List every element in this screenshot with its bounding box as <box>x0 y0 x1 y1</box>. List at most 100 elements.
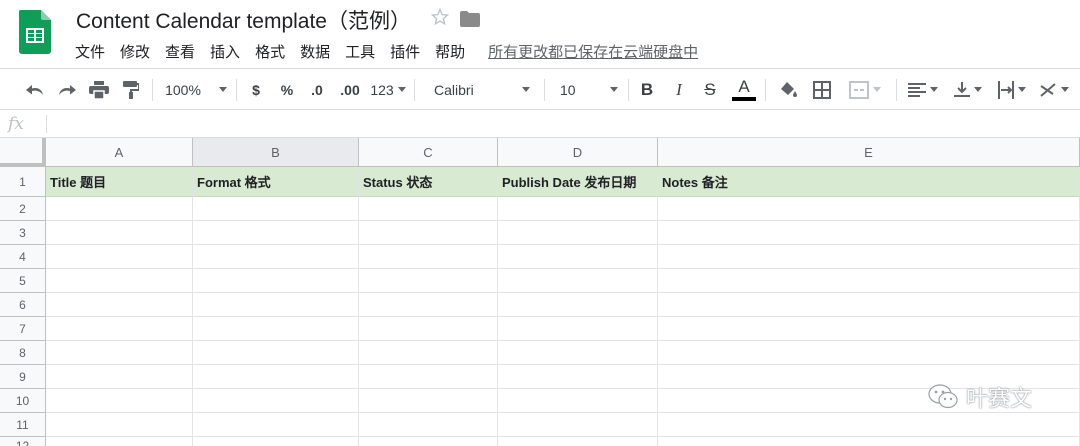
horizontal-align-button[interactable] <box>904 69 942 110</box>
strikethrough-button[interactable]: S <box>699 69 721 110</box>
cell[interactable] <box>498 365 658 389</box>
cell[interactable] <box>498 221 658 245</box>
italic-button[interactable]: I <box>668 69 690 110</box>
font-family-select[interactable]: Calibri <box>424 69 538 110</box>
cell[interactable] <box>498 269 658 293</box>
text-rotation-button[interactable] <box>1036 69 1072 110</box>
cell[interactable] <box>193 293 359 317</box>
cell[interactable] <box>658 221 1080 245</box>
cell[interactable] <box>498 389 658 413</box>
cell[interactable] <box>658 341 1080 365</box>
cell[interactable] <box>193 389 359 413</box>
cell[interactable] <box>359 437 498 446</box>
column-header-d[interactable]: D <box>498 138 658 167</box>
cell[interactable] <box>193 317 359 341</box>
paint-format-button[interactable] <box>118 69 144 110</box>
increase-decimal-button[interactable]: .00 <box>337 69 363 110</box>
cell[interactable] <box>498 341 658 365</box>
text-color-button[interactable]: A <box>731 69 757 110</box>
decrease-decimal-button[interactable]: .0 <box>305 69 329 110</box>
more-formats-select[interactable]: 123 <box>368 69 408 110</box>
row-header-1[interactable]: 1 <box>0 167 46 197</box>
cell[interactable] <box>498 197 658 221</box>
menu-insert[interactable]: 插入 <box>210 41 240 62</box>
cell[interactable] <box>658 317 1080 341</box>
cell[interactable] <box>359 269 498 293</box>
row-header-2[interactable]: 2 <box>0 197 46 221</box>
column-header-e[interactable]: E <box>658 138 1080 167</box>
cell[interactable] <box>359 413 498 437</box>
select-all-corner[interactable] <box>0 138 46 167</box>
sheets-logo-icon[interactable] <box>19 10 51 54</box>
cell[interactable] <box>46 221 193 245</box>
cell[interactable] <box>46 197 193 221</box>
font-size-select[interactable]: 10 <box>552 69 622 110</box>
redo-button[interactable] <box>54 69 80 110</box>
cell[interactable] <box>359 293 498 317</box>
cell[interactable] <box>658 245 1080 269</box>
cell[interactable] <box>498 437 658 446</box>
folder-icon[interactable] <box>460 11 480 27</box>
cell[interactable] <box>498 317 658 341</box>
row-header-12[interactable]: 12 <box>0 437 46 446</box>
cell[interactable] <box>46 269 193 293</box>
cell[interactable] <box>193 341 359 365</box>
cell[interactable] <box>359 341 498 365</box>
row-header-11[interactable]: 11 <box>0 413 46 437</box>
cell[interactable] <box>193 245 359 269</box>
merge-cells-button[interactable] <box>842 69 888 110</box>
menu-tools[interactable]: 工具 <box>345 41 375 62</box>
cell[interactable] <box>46 437 193 446</box>
row-header-7[interactable]: 7 <box>0 317 46 341</box>
cell[interactable] <box>658 413 1080 437</box>
menu-view[interactable]: 查看 <box>165 41 195 62</box>
cell[interactable] <box>193 221 359 245</box>
cell[interactable] <box>359 221 498 245</box>
percent-format-button[interactable]: % <box>276 69 298 110</box>
cell[interactable] <box>46 293 193 317</box>
vertical-align-button[interactable] <box>950 69 986 110</box>
menu-data[interactable]: 数据 <box>300 41 330 62</box>
document-title[interactable]: Content Calendar template（范例） <box>76 5 411 35</box>
cell[interactable] <box>46 365 193 389</box>
text-wrap-button[interactable] <box>994 69 1030 110</box>
cell-d1[interactable]: Publish Date 发布日期 <box>498 167 658 197</box>
formula-input[interactable] <box>54 110 1080 137</box>
column-header-b[interactable]: B <box>193 138 359 167</box>
undo-button[interactable] <box>22 69 48 110</box>
row-header-5[interactable]: 5 <box>0 269 46 293</box>
fill-color-button[interactable] <box>776 69 802 110</box>
cell[interactable] <box>498 245 658 269</box>
cell-e1[interactable]: Notes 备注 <box>658 167 1080 197</box>
star-icon[interactable] <box>430 7 450 27</box>
column-header-c[interactable]: C <box>359 138 498 167</box>
cell[interactable] <box>359 389 498 413</box>
cell[interactable] <box>658 437 1080 446</box>
save-status-link[interactable]: 所有更改都已保存在云端硬盘中 <box>488 41 698 62</box>
currency-format-button[interactable]: $ <box>245 69 267 110</box>
row-header-9[interactable]: 9 <box>0 365 46 389</box>
borders-button[interactable] <box>809 69 835 110</box>
bold-button[interactable]: B <box>636 69 658 110</box>
cell[interactable] <box>193 197 359 221</box>
cell-b1[interactable]: Format 格式 <box>193 167 359 197</box>
row-header-10[interactable]: 10 <box>0 389 46 413</box>
cell[interactable] <box>46 341 193 365</box>
cell-c1[interactable]: Status 状态 <box>359 167 498 197</box>
menu-format[interactable]: 格式 <box>255 41 285 62</box>
row-header-3[interactable]: 3 <box>0 221 46 245</box>
cell[interactable] <box>46 389 193 413</box>
cell[interactable] <box>193 365 359 389</box>
cell[interactable] <box>193 269 359 293</box>
cell[interactable] <box>498 293 658 317</box>
cell[interactable] <box>658 197 1080 221</box>
menu-addons[interactable]: 插件 <box>390 41 420 62</box>
cell[interactable] <box>359 317 498 341</box>
menu-help[interactable]: 帮助 <box>435 41 465 62</box>
cell[interactable] <box>46 245 193 269</box>
row-header-8[interactable]: 8 <box>0 341 46 365</box>
print-button[interactable] <box>86 69 112 110</box>
zoom-select[interactable]: 100% <box>162 69 230 110</box>
cell[interactable] <box>46 413 193 437</box>
menu-file[interactable]: 文件 <box>75 41 105 62</box>
